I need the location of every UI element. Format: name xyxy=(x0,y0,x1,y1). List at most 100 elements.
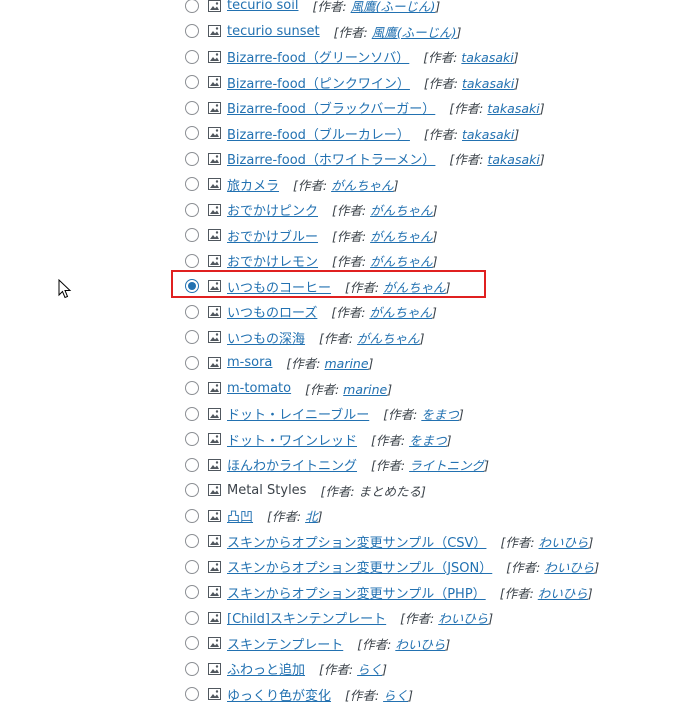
author-link[interactable]: がんちゃん xyxy=(370,254,433,269)
skin-name-link[interactable]: Bizarre-food（ホワイトラーメン） xyxy=(227,149,435,168)
image-icon xyxy=(208,458,221,471)
skin-radio[interactable] xyxy=(185,304,199,319)
skin-row: ふわっと追加 [作者: らく] xyxy=(0,656,686,682)
skin-name-link[interactable]: tecurio soil xyxy=(227,0,298,13)
skin-name-link[interactable]: ドット・ワインレッド xyxy=(227,430,357,449)
image-icon xyxy=(208,637,221,650)
author-link[interactable]: わいひら xyxy=(538,586,588,601)
skin-row: ほんわかライトニング [作者: ライトニング] xyxy=(0,452,686,478)
author-meta: [作者: takasaki] xyxy=(449,149,544,168)
skin-name-link[interactable]: 凸凹 xyxy=(227,506,253,525)
image-icon xyxy=(208,331,221,344)
skin-name-link[interactable]: スキンテンプレート xyxy=(227,634,343,653)
author-link[interactable]: 風鷹(ふーじん) xyxy=(372,25,457,40)
skin-name-link[interactable]: Bizarre-food（ブルーカレー） xyxy=(227,124,410,143)
author-link[interactable]: marine xyxy=(324,356,368,371)
author-link[interactable]: takasaki xyxy=(462,127,514,142)
skin-name-link[interactable]: スキンからオプション変更サンプル（CSV） xyxy=(227,532,486,551)
skin-radio[interactable] xyxy=(185,585,199,600)
author-link[interactable]: をまつ xyxy=(421,407,459,422)
skin-radio[interactable] xyxy=(185,508,199,523)
skin-row: m-tomato [作者: marine] xyxy=(0,376,686,402)
skin-name-link[interactable]: ゆっくり色が変化 xyxy=(227,685,331,704)
author-link[interactable]: らく xyxy=(357,662,382,677)
author-link[interactable]: takasaki xyxy=(461,50,513,65)
author-prefix: [作者: xyxy=(319,330,354,346)
skin-radio[interactable] xyxy=(185,0,199,13)
author-link[interactable]: takasaki xyxy=(462,76,514,91)
skin-radio[interactable] xyxy=(185,636,199,651)
skin-radio[interactable] xyxy=(185,330,199,345)
skin-radio[interactable] xyxy=(185,279,199,294)
author-link[interactable]: がんちゃん xyxy=(357,331,420,346)
skin-name-link[interactable]: スキンからオプション変更サンプル（JSON） xyxy=(227,557,492,576)
skin-radio[interactable] xyxy=(185,49,199,64)
skin-radio[interactable] xyxy=(185,406,199,421)
skin-name-link[interactable]: ほんわかライトニング xyxy=(227,455,357,474)
author-link[interactable]: 風鷹(ふーじん) xyxy=(351,0,436,14)
skin-name-link[interactable]: おでかけブルー xyxy=(227,226,318,245)
author-link[interactable]: takasaki xyxy=(487,101,539,116)
skin-radio[interactable] xyxy=(185,457,199,472)
skin-name-link[interactable]: いつものコーヒー xyxy=(227,277,331,296)
skin-name-link[interactable]: [Child]スキンテンプレート xyxy=(227,608,386,627)
author-link[interactable]: がんちゃん xyxy=(369,305,432,320)
skin-radio[interactable] xyxy=(185,100,199,115)
skin-row: 凸凹 [作者: 北] xyxy=(0,503,686,529)
skin-name-link[interactable]: おでかけピンク xyxy=(227,200,318,219)
author-meta: [作者: takasaki] xyxy=(424,124,519,143)
author-link[interactable]: がんちゃん xyxy=(383,280,446,295)
skin-name-link[interactable]: m-sora xyxy=(227,355,272,370)
skin-radio[interactable] xyxy=(185,661,199,676)
author-link[interactable]: 北 xyxy=(305,509,318,524)
author-link[interactable]: らく xyxy=(383,688,408,703)
author-link[interactable]: がんちゃん xyxy=(370,203,433,218)
author-link[interactable]: がんちゃん xyxy=(331,178,394,193)
skin-name-link[interactable]: ふわっと追加 xyxy=(227,659,305,678)
skin-radio[interactable] xyxy=(185,228,199,243)
author-suffix: ] xyxy=(421,483,426,499)
skin-name-link[interactable]: Bizarre-food（ブラックバーガー） xyxy=(227,98,435,117)
skin-radio[interactable] xyxy=(185,534,199,549)
mouse-cursor-icon xyxy=(58,279,72,299)
author-meta: [作者: まとめたる] xyxy=(320,481,425,500)
skin-radio[interactable] xyxy=(185,432,199,447)
skin-radio[interactable] xyxy=(185,687,199,702)
author-link[interactable]: takasaki xyxy=(487,152,539,167)
skin-name-link[interactable]: いつもの深海 xyxy=(227,328,305,347)
author-link[interactable]: ライトニング xyxy=(409,458,484,473)
skin-radio[interactable] xyxy=(185,151,199,166)
author-prefix: [作者: xyxy=(332,228,367,244)
author-prefix: [作者: xyxy=(312,0,347,15)
author-meta: [作者: わいひら] xyxy=(506,557,599,576)
skin-name-link[interactable]: スキンからオプション変更サンプル（PHP） xyxy=(227,583,486,602)
skin-name-link[interactable]: Bizarre-food（グリーンソバ） xyxy=(227,47,409,66)
skin-name-link[interactable]: m-tomato xyxy=(227,381,291,396)
skin-name-link[interactable]: Bizarre-food（ピンクワイン） xyxy=(227,73,410,92)
author-link[interactable]: をまつ xyxy=(409,433,447,448)
skin-radio[interactable] xyxy=(185,483,199,498)
author-link[interactable]: がんちゃん xyxy=(370,229,433,244)
author-link[interactable]: わいひら xyxy=(395,637,445,652)
author-suffix: ] xyxy=(432,228,438,244)
skin-name-link[interactable]: tecurio sunset xyxy=(227,24,320,39)
skin-row: ゆっくり色が変化 [作者: らく] xyxy=(0,682,686,707)
skin-name-link[interactable]: ドット・レイニーブルー xyxy=(227,404,369,423)
skin-name-link[interactable]: 旅カメラ xyxy=(227,175,279,194)
skin-radio[interactable] xyxy=(185,126,199,141)
skin-radio[interactable] xyxy=(185,559,199,574)
author-link[interactable]: わいひら xyxy=(438,611,488,626)
skin-name-link[interactable]: いつものローズ xyxy=(227,302,317,321)
author-link[interactable]: わいひら xyxy=(544,560,594,575)
skin-radio[interactable] xyxy=(185,355,199,370)
skin-radio[interactable] xyxy=(185,75,199,90)
skin-radio[interactable] xyxy=(185,381,199,396)
skin-radio[interactable] xyxy=(185,202,199,217)
skin-radio[interactable] xyxy=(185,24,199,39)
skin-radio[interactable] xyxy=(185,610,199,625)
author-link[interactable]: marine xyxy=(343,382,387,397)
skin-radio[interactable] xyxy=(185,177,199,192)
skin-radio[interactable] xyxy=(185,253,199,268)
skin-name-link[interactable]: おでかけレモン xyxy=(227,251,318,270)
author-link[interactable]: わいひら xyxy=(539,535,589,550)
